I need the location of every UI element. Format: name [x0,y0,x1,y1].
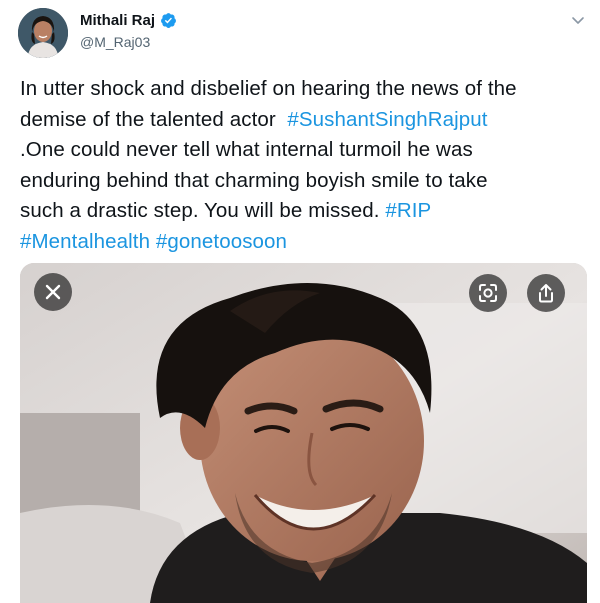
user-handle[interactable]: @M_Raj03 [80,34,150,50]
tweet-text-run: In utter shock and disbelief on hearing … [20,77,517,100]
tweet-media[interactable] [20,263,587,603]
tweet-text-run: such a drastic step. You will be missed. [20,199,386,222]
verified-badge-icon [160,12,177,29]
tweet-text-run: demise of the talented actor [20,107,288,131]
display-name[interactable]: Mithali Raj [80,12,155,29]
tweet-text-line: .One could never tell what internal turm… [20,135,585,166]
hashtag-link[interactable]: #SushantSinghRajput [287,108,487,131]
name-row: Mithali Raj [80,12,177,29]
share-icon [539,284,553,303]
avatar-image [18,8,68,58]
photo-image [20,263,587,603]
tweet-text-line: enduring behind that charming boyish smi… [20,166,585,197]
lens-button[interactable] [469,274,507,312]
hashtag-link[interactable]: #gonetoosoon [156,230,287,253]
lens-icon [479,284,497,302]
tweet-text-line: such a drastic step. You will be missed.… [20,196,585,227]
tweet-text: In utter shock and disbelief on hearing … [20,74,585,257]
hashtag-link[interactable]: #RIP [385,199,431,222]
close-button[interactable] [34,273,72,311]
chevron-down-icon[interactable] [570,12,586,28]
tweet-text-run: .One could never tell what internal turm… [20,138,473,161]
close-icon [45,284,61,300]
avatar[interactable] [18,8,68,58]
tweet-text-line: In utter shock and disbelief on hearing … [20,74,585,105]
share-button[interactable] [527,274,565,312]
tweet-text-line: #Mentalhealth #gonetoosoon [20,227,585,258]
hashtag-link[interactable]: #Mentalhealth [20,230,150,253]
tweet-text-run: enduring behind that charming boyish smi… [20,168,488,192]
tweet: Mithali Raj @M_Raj03 In utter shock and … [0,0,600,603]
tweet-text-line: demise of the talented actor #SushantSin… [20,105,585,136]
